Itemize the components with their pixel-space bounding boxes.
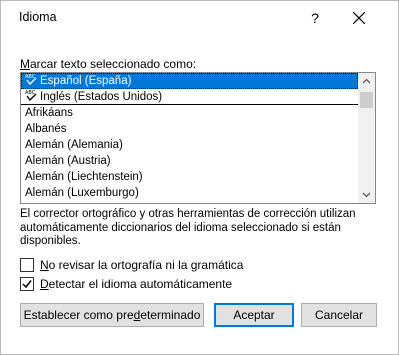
- language-dialog: Idioma ? Marcar texto seleccionado como:…: [0, 0, 399, 355]
- language-name: Alemán (Liechtenstein): [25, 171, 143, 183]
- detect-language-checkbox[interactable]: [20, 277, 34, 291]
- dialog-title: Idioma: [19, 10, 57, 24]
- detect-language-label: Detectar el idioma automáticamente: [40, 277, 233, 291]
- chevron-up-icon: [362, 78, 371, 84]
- help-button[interactable]: ?: [305, 7, 325, 29]
- detect-language-option[interactable]: Detectar el idioma automáticamente: [20, 277, 232, 291]
- language-list-item[interactable]: ABC Español (España): [21, 73, 358, 89]
- scroll-thumb[interactable]: [360, 92, 373, 108]
- language-list-scrollbar[interactable]: [358, 73, 375, 203]
- mark-text-label: Marcar texto seleccionado como:: [20, 57, 197, 71]
- chevron-down-icon: [362, 192, 371, 198]
- language-list-item[interactable]: Alemán (Luxemburgo): [21, 185, 358, 201]
- close-button[interactable]: [350, 7, 370, 29]
- info-note: El corrector ortográfico y otras herrami…: [20, 208, 356, 247]
- no-spellcheck-label: No revisar la ortografía ni la gramática: [40, 258, 244, 272]
- spellcheck-icon: ABC: [25, 89, 38, 102]
- language-list-item[interactable]: Albanés: [21, 121, 358, 137]
- language-name: Afrikáans: [25, 107, 73, 119]
- ok-button[interactable]: Aceptar: [214, 303, 294, 327]
- language-list-item[interactable]: Afrikáans: [21, 105, 358, 121]
- close-icon: [353, 12, 365, 24]
- language-list-item[interactable]: Alemán (Alemania): [21, 137, 358, 153]
- language-list-item[interactable]: Alemán (Liechtenstein): [21, 169, 358, 185]
- checkmark-icon: [22, 280, 32, 289]
- cancel-button[interactable]: Cancelar: [301, 303, 377, 327]
- language-list[interactable]: ABC Español (España) ABC Inglés (Estados Un…: [20, 72, 376, 204]
- scroll-up-button[interactable]: [358, 73, 375, 90]
- language-name: Albanés: [25, 123, 67, 135]
- language-list-item[interactable]: ABC Inglés (Estados Unidos): [21, 89, 358, 105]
- language-name: Alemán (Alemania): [25, 139, 123, 151]
- language-name: Español (España): [40, 75, 132, 87]
- scroll-down-button[interactable]: [358, 186, 375, 203]
- spellcheck-icon: ABC: [25, 73, 38, 86]
- language-list-item[interactable]: Alemán (Austria): [21, 153, 358, 169]
- no-spellcheck-checkbox[interactable]: [20, 258, 34, 272]
- set-default-button[interactable]: Establecer como predeterminado: [20, 303, 204, 327]
- language-name: Alemán (Luxemburgo): [25, 187, 139, 199]
- language-name: Inglés (Estados Unidos): [40, 91, 163, 103]
- language-name: Alemán (Austria): [25, 155, 111, 167]
- title-bar[interactable]: Idioma ?: [1, 1, 398, 35]
- no-spellcheck-option[interactable]: No revisar la ortografía ni la gramática: [20, 258, 243, 272]
